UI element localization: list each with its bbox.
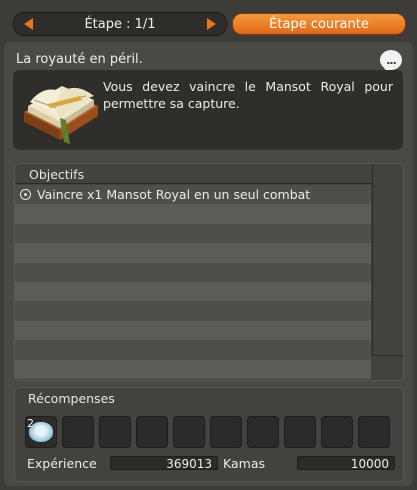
- objective-empty-row: [15, 359, 371, 379]
- objective-empty-row: [15, 320, 371, 341]
- reward-slot[interactable]: [62, 416, 94, 448]
- objective-item[interactable]: Vaincre x1 Mansot Royal en un seul comba…: [15, 185, 371, 205]
- objective-label: Vaincre x1 Mansot Royal en un seul comba…: [37, 187, 311, 203]
- experience-value: 369013: [110, 456, 218, 471]
- objectives-scrollbar[interactable]: [372, 164, 403, 356]
- objective-empty-row: [15, 223, 371, 244]
- reward-slot[interactable]: 2: [25, 416, 57, 448]
- objective-empty-row: [15, 262, 371, 282]
- step-label: Étape : 1/1: [84, 16, 156, 32]
- objectives-panel: Objectifs Vaincre x1 Mansot Royal en un …: [14, 163, 404, 381]
- objective-empty-row: [15, 340, 371, 360]
- reward-quantity: 2: [27, 417, 34, 430]
- objective-empty-row: [15, 301, 371, 321]
- quest-window: Étape : 1/1 Étape courante La royauté en…: [0, 0, 417, 490]
- objective-empty-row: [15, 243, 371, 263]
- objective-empty-row: [15, 281, 371, 302]
- reward-slot[interactable]: [136, 416, 168, 448]
- quest-description: Vous devez vaincre le Mansot Royal pour …: [103, 79, 393, 111]
- target-icon: [20, 189, 31, 201]
- next-step-arrow-icon[interactable]: [207, 18, 216, 30]
- quest-book-icon: [24, 86, 98, 144]
- chat-bubble-icon[interactable]: ...: [380, 50, 402, 73]
- reward-slot[interactable]: [358, 416, 390, 448]
- reward-slot[interactable]: [247, 416, 279, 448]
- reward-slot[interactable]: [321, 416, 353, 448]
- rewards-header: Récompenses: [28, 391, 115, 406]
- objectives-list: Vaincre x1 Mansot Royal en un seul comba…: [15, 185, 371, 379]
- kamas-label: Kamas: [223, 456, 265, 471]
- experience-label: Expérience: [27, 456, 97, 471]
- quest-title: La royauté en péril.: [16, 52, 143, 67]
- current-step-button[interactable]: Étape courante: [232, 13, 406, 35]
- previous-step-arrow-icon[interactable]: [24, 18, 33, 30]
- reward-slot[interactable]: [210, 416, 242, 448]
- kamas-value: 10000: [297, 456, 395, 471]
- reward-slot[interactable]: [99, 416, 131, 448]
- reward-slot[interactable]: [284, 416, 316, 448]
- objective-empty-row: [15, 204, 371, 224]
- reward-slots: 2: [25, 416, 390, 448]
- objectives-header: Objectifs: [15, 164, 371, 184]
- step-navigator: Étape : 1/1: [13, 12, 227, 36]
- reward-slot[interactable]: [173, 416, 205, 448]
